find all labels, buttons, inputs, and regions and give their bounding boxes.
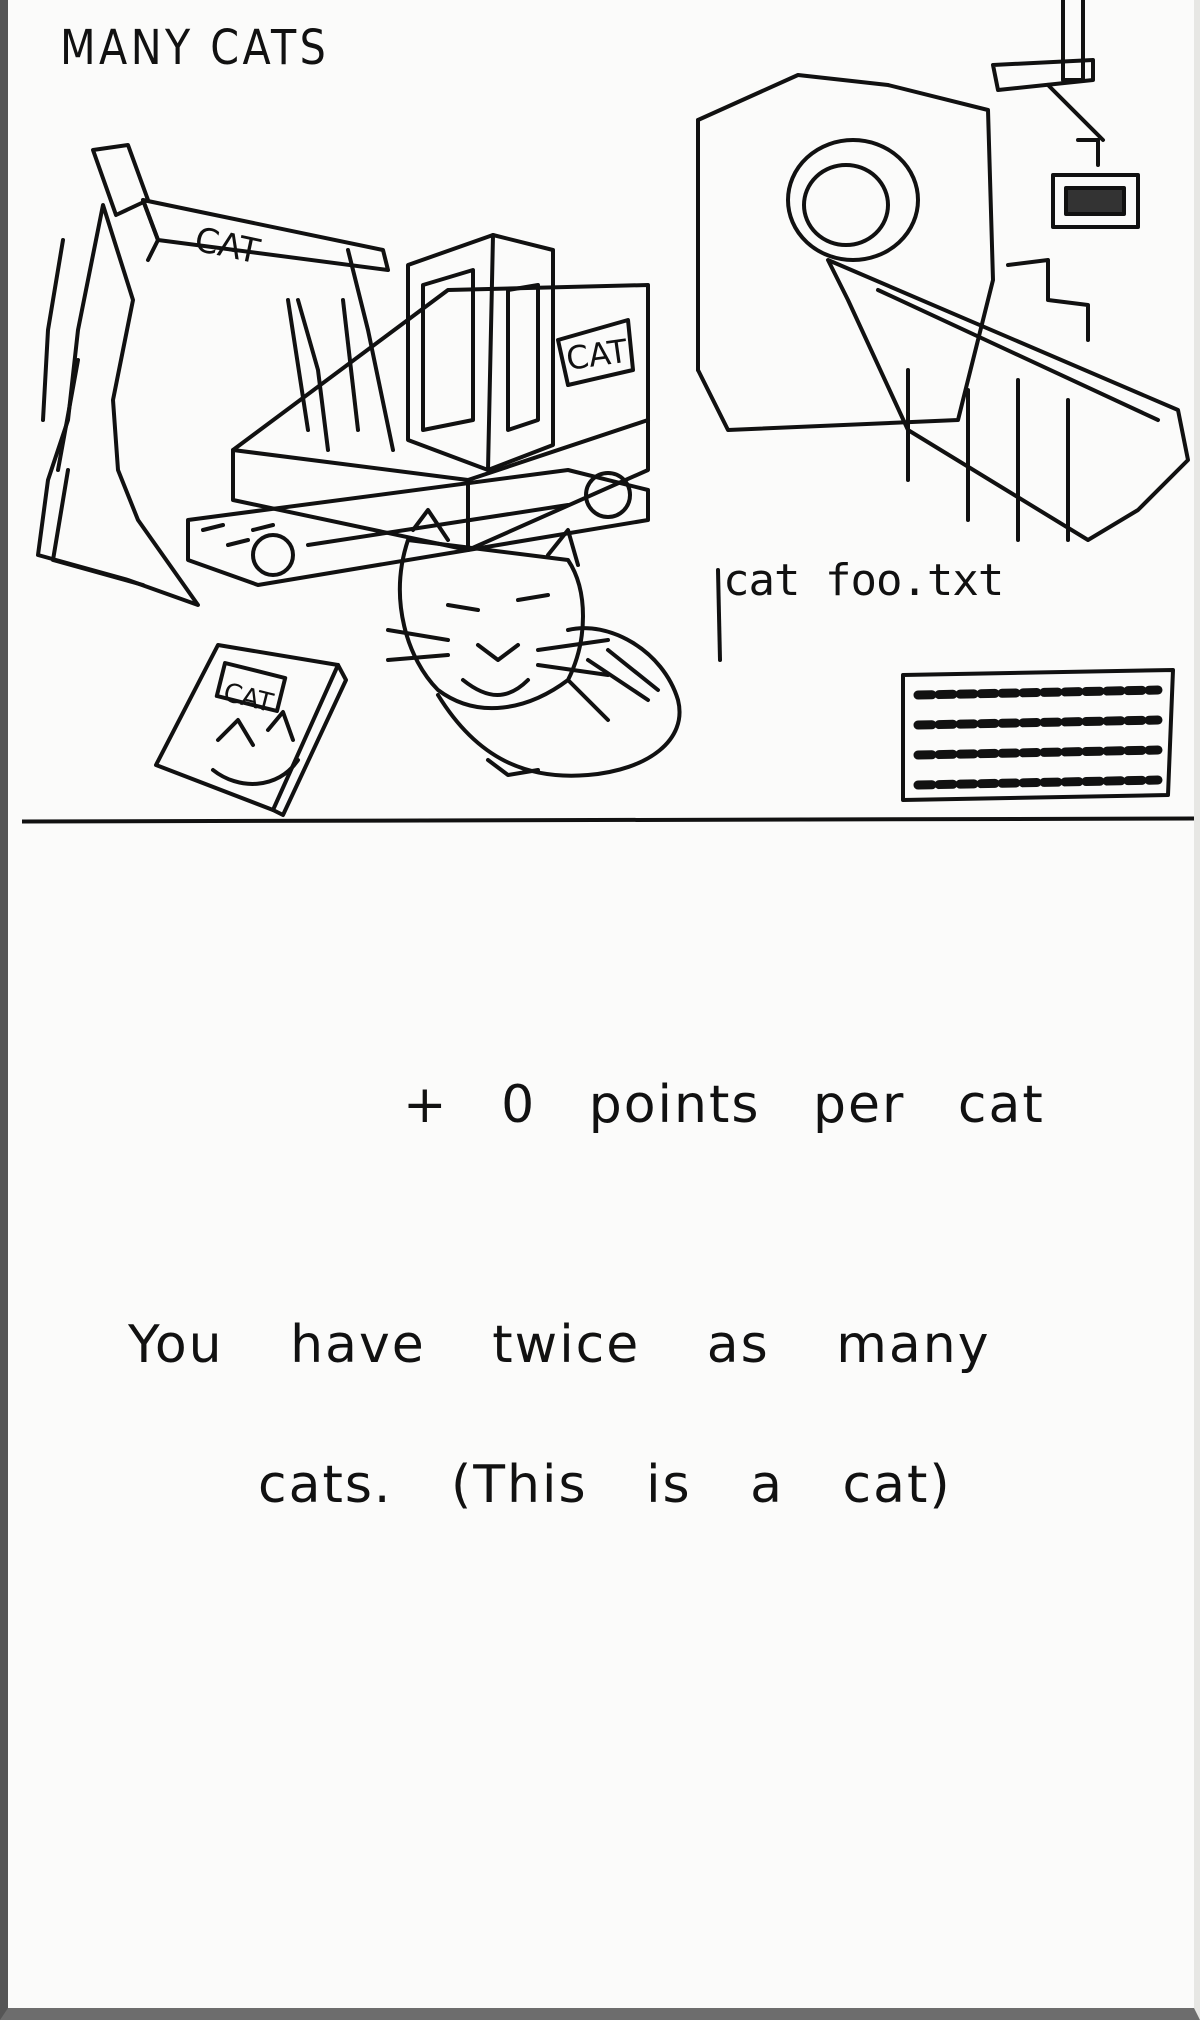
cat-icon [386,508,682,778]
excavator-arm-icon [36,143,395,607]
game-card[interactable]: CAT CAT CAT MANY CATS cat foo.txt + 0 po… [0,0,1200,2020]
excavator-body-icon [186,233,650,587]
card-title: MANY CATS [60,20,330,76]
book-badge-text: CAT [220,678,276,719]
arm-badge-text: CAT [191,220,263,273]
description-line-1: You have twice as many [128,1315,991,1375]
card-illustration: CAT CAT CAT MANY CATS cat foo.txt [8,0,1194,830]
scanner-machine-icon [696,0,1190,542]
cursor-icon [716,568,722,662]
hex-dump-icon [901,668,1175,802]
effect-text: + 0 points per cat [403,1075,1045,1135]
cat-book-icon [154,643,348,817]
terminal-command: cat foo.txt [723,555,1004,606]
description-line-2: cats. (This is a cat) [258,1455,952,1515]
